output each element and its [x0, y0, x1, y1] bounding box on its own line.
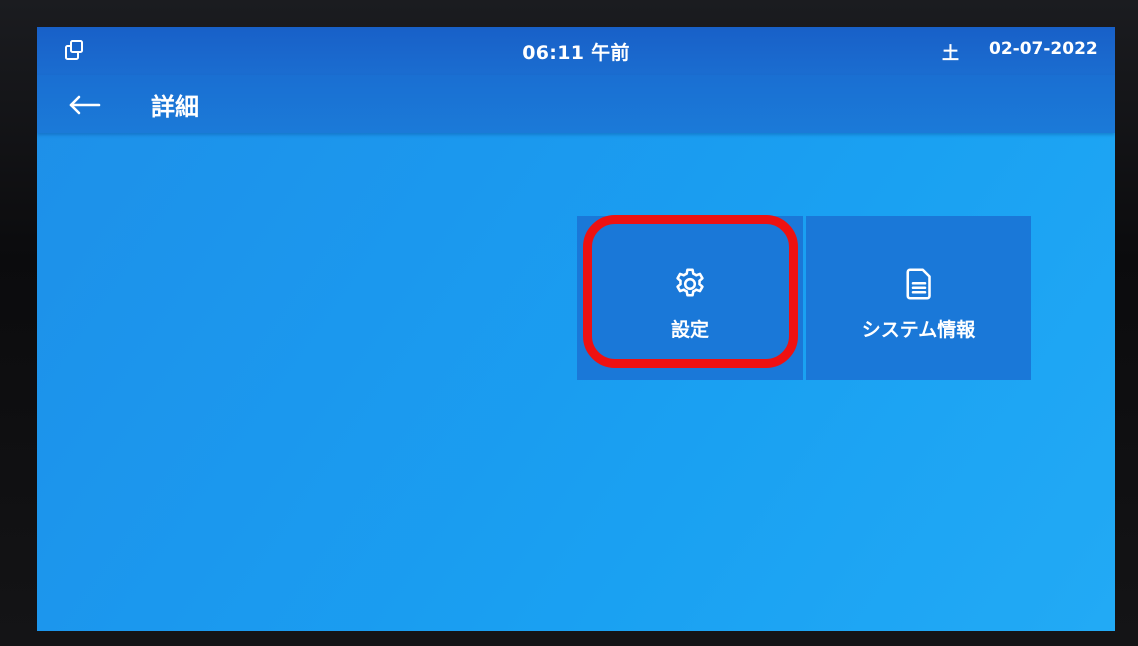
page-title: 詳細 — [151, 93, 199, 121]
status-date: 02-07-2022 — [989, 39, 1098, 59]
settings-label: 設定 — [670, 319, 709, 341]
status-day: 土 — [942, 44, 959, 64]
settings-tile[interactable]: 設定 — [577, 216, 803, 380]
system-info-label: システム情報 — [861, 319, 976, 341]
document-icon — [806, 266, 1031, 302]
gear-icon — [577, 266, 803, 302]
system-info-tile[interactable]: システム情報 — [806, 216, 1031, 380]
device-bezel: 06:11 午前 土 02-07-2022 詳細 設定 システム情報 — [0, 0, 1138, 646]
status-bar: 06:11 午前 土 02-07-2022 — [37, 27, 1115, 75]
title-bar: 詳細 — [37, 75, 1115, 133]
device-screen: 06:11 午前 土 02-07-2022 詳細 設定 システム情報 — [37, 27, 1115, 631]
back-arrow-icon[interactable] — [61, 87, 105, 121]
